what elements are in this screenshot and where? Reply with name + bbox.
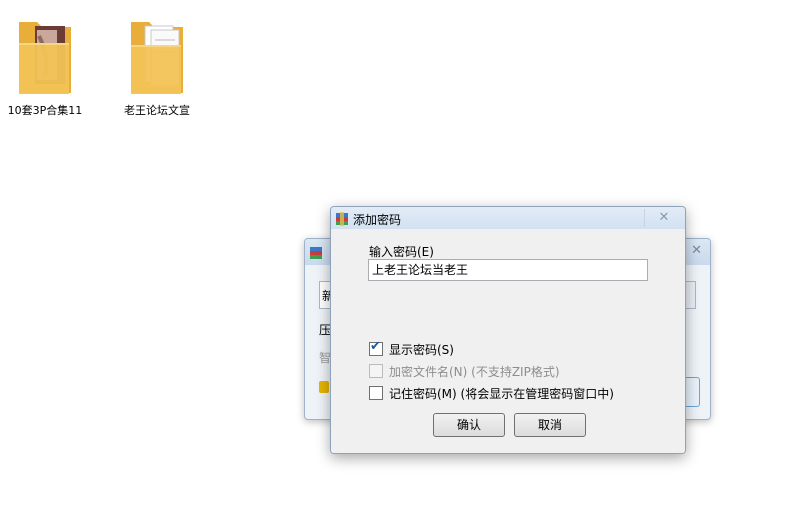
desktop-folder-10tao3p[interactable]: 10套3P合集11 bbox=[0, 16, 90, 118]
show-password-label: 显示密码(S) bbox=[389, 343, 454, 357]
remember-password-label: 记住密码(M) (将会显示在管理密码窗口中) bbox=[389, 387, 614, 401]
show-password-checkbox[interactable]: ✔ 显示密码(S) bbox=[369, 339, 454, 358]
desktop-folder-laowang-wenxuan[interactable]: 老王论坛文宣 bbox=[112, 16, 202, 118]
add-password-dialog: 添加密码 ✕ 输入密码(E) 上老王论坛当老王 ✔ 显示密码(S) 加密文件名(N… bbox=[330, 206, 686, 454]
titlebar-divider bbox=[644, 209, 645, 227]
password-label: 输入密码(E) bbox=[369, 245, 434, 259]
checkbox-disabled-icon bbox=[369, 364, 383, 378]
folder-icon bbox=[129, 16, 185, 96]
dialog-titlebar: 添加密码 ✕ bbox=[331, 207, 685, 229]
dialog-title: 添加密码 bbox=[353, 213, 402, 227]
desktop: 10套3P合集11 老王论坛文宣 ✕ 新 压 智 添加密码 ✕ 输入密码(E) … bbox=[0, 0, 800, 509]
winrar-app-icon bbox=[335, 211, 349, 226]
winrar-app-icon bbox=[309, 245, 323, 259]
close-icon[interactable]: ✕ bbox=[649, 209, 679, 227]
checkbox-unchecked-icon[interactable] bbox=[369, 386, 383, 400]
close-icon[interactable]: ✕ bbox=[691, 243, 702, 258]
password-input[interactable]: 上老王论坛当老王 bbox=[368, 259, 648, 281]
encrypt-filenames-label: 加密文件名(N) (不支持ZIP格式) bbox=[389, 365, 560, 379]
folder-icon bbox=[17, 16, 73, 96]
ok-button[interactable]: 确认 bbox=[433, 413, 505, 437]
cancel-button[interactable]: 取消 bbox=[514, 413, 586, 437]
checkbox-checked-icon[interactable]: ✔ bbox=[369, 339, 383, 356]
desktop-folder-label: 10套3P合集11 bbox=[7, 104, 83, 117]
remember-password-checkbox[interactable]: 记住密码(M) (将会显示在管理密码窗口中) bbox=[369, 385, 614, 402]
encrypt-filenames-checkbox: 加密文件名(N) (不支持ZIP格式) bbox=[369, 363, 560, 380]
lock-icon bbox=[319, 381, 329, 393]
desktop-folder-label: 老王论坛文宣 bbox=[124, 104, 190, 117]
dialog-body: 输入密码(E) 上老王论坛当老王 ✔ 显示密码(S) 加密文件名(N) (不支持Z… bbox=[331, 229, 685, 453]
